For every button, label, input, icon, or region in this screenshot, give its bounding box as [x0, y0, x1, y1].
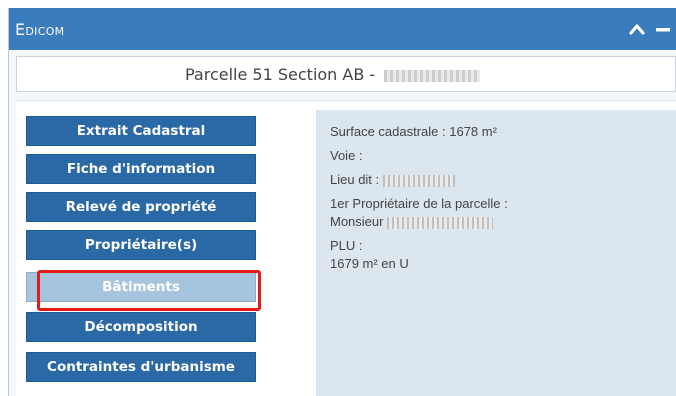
parcel-info-panel: Surface cadastrale : 1678 m² Voie : Lieu…: [316, 110, 676, 396]
chevron-up-icon[interactable]: [627, 19, 647, 39]
surface-text: Surface cadastrale : 1678 m²: [330, 124, 497, 139]
contraintes-urbanisme-button[interactable]: Contraintes d'urbanisme: [26, 352, 256, 382]
parcel-header: Parcelle 51 Section AB -: [16, 56, 676, 92]
owner-row: Monsieur: [330, 214, 494, 229]
redacted-name: [384, 69, 481, 82]
redacted-lieu-dit: [383, 174, 456, 187]
decomposition-button[interactable]: Décomposition: [26, 312, 256, 342]
window-title: Edicom: [15, 20, 65, 39]
redacted-owner-name: [387, 216, 494, 229]
owner-label: 1er Propriétaire de la parcelle :: [330, 196, 508, 211]
minimize-icon[interactable]: [653, 19, 673, 39]
lieu-dit-label: Lieu dit :: [330, 172, 380, 187]
window-titlebar: Edicom: [9, 8, 676, 50]
batiments-button[interactable]: Bâtiments: [26, 272, 256, 302]
plu-label: PLU :: [330, 238, 363, 253]
extrait-cadastral-button[interactable]: Extrait Cadastral: [26, 116, 256, 146]
fiche-information-button[interactable]: Fiche d'information: [26, 154, 256, 184]
owner-prefix: Monsieur: [330, 214, 384, 229]
parcel-title: Parcelle 51 Section AB -: [185, 65, 381, 84]
plu-value: 1679 m² en U: [330, 256, 409, 271]
voie-text: Voie :: [330, 148, 363, 163]
lieu-dit-row: Lieu dit :: [330, 172, 456, 187]
proprietaires-button[interactable]: Propriétaire(s): [26, 230, 256, 260]
releve-propriete-button[interactable]: Relevé de propriété: [26, 192, 256, 222]
